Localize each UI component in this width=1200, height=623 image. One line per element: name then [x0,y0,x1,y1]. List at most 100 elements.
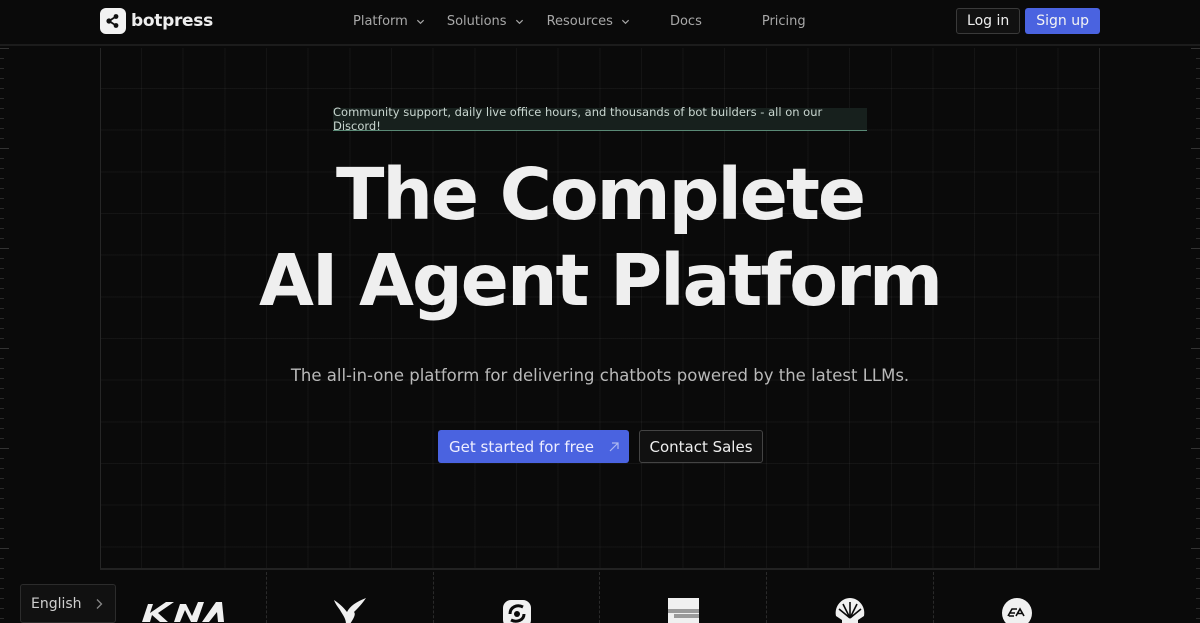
ruler-tick [0,128,4,129]
language-label: English [31,595,82,612]
ruler-tick [1196,468,1200,469]
chevron-down-icon [515,19,523,24]
ruler-tick [0,388,4,389]
ruler-tick [0,58,4,59]
american-express-logo-icon [667,598,699,623]
ruler-tick [1191,348,1200,349]
left-ruler [0,48,10,623]
brand-name: botpress [131,11,213,31]
main-nav: Platform Solutions Resources Docs Pricin… [353,0,806,42]
logo-cell [267,572,434,623]
ruler-tick [1196,498,1200,499]
ea-logo-icon [1002,598,1033,623]
ruler-tick [1196,538,1200,539]
headline-line-1: The Complete [335,153,866,236]
nav-pricing[interactable]: Pricing [762,14,806,29]
ruler-tick [0,328,4,329]
ruler-tick [0,568,4,569]
chevron-down-icon [621,19,630,24]
ruler-tick [1196,388,1200,389]
ruler-tick [0,148,9,149]
nav-label: Pricing [761,13,806,29]
customer-logo-strip [100,572,1100,623]
kia-logo-icon [142,602,224,622]
ruler-tick [0,68,4,69]
ruler-tick [0,108,4,109]
ruler-tick [0,618,4,619]
ruler-tick [1196,118,1200,119]
nav-platform[interactable]: Platform [353,14,425,29]
ruler-tick [1196,358,1200,359]
nav-label: Solutions [446,13,507,29]
hero-cta-group: Get started for free Contact Sales [438,430,763,463]
nav-label: Docs [669,13,702,29]
contact-sales-button[interactable]: Contact Sales [639,430,763,463]
nav-label: Platform [353,13,408,29]
get-started-button[interactable]: Get started for free [438,430,629,463]
ruler-tick [1196,598,1200,599]
ruler-tick [1196,478,1200,479]
ruler-tick [0,398,4,399]
ruler-tick [0,578,4,579]
headline-line-2: AI Agent Platform [258,239,943,322]
ruler-tick [0,588,4,589]
ruler-tick [1196,438,1200,439]
nav-solutions[interactable]: Solutions [447,14,524,29]
ruler-tick [0,418,4,419]
auth-actions: Log in Sign up [956,8,1100,34]
ruler-tick [0,408,4,409]
site-header: botpress Platform Solutions Resources Do… [0,0,1200,46]
ruler-tick [0,88,4,89]
brand-logo[interactable]: botpress [100,8,213,34]
ruler-tick [0,118,4,119]
logo-cell [934,572,1100,623]
ruler-tick [1196,408,1200,409]
ruler-tick [0,78,4,79]
language-selector[interactable]: English [20,584,116,623]
nav-docs[interactable]: Docs [670,14,702,29]
ruler-tick [1196,98,1200,99]
ruler-tick [0,428,4,429]
ruler-tick [0,548,9,549]
ruler-tick [1196,398,1200,399]
ruler-tick [0,438,4,439]
ruler-tick [0,508,4,509]
hero-subtitle: The all-in-one platform for delivering c… [290,366,910,385]
ruler-tick [0,528,4,529]
ruler-tick [0,468,4,469]
ruler-tick [0,498,4,499]
american-eagle-logo-icon [333,598,366,623]
ruler-tick [1196,568,1200,569]
ruler-tick [0,488,4,489]
ruler-tick [1196,68,1200,69]
discord-announcement-banner[interactable]: Community support, daily live office hou… [333,105,867,133]
ruler-tick [0,538,4,539]
ruler-tick [1196,88,1200,89]
ruler-tick [0,478,4,479]
logo-cell [600,572,768,623]
ruler-tick [0,458,4,459]
ruler-tick [1196,128,1200,129]
ruler-tick [0,98,4,99]
ruler-tick [0,338,4,339]
nav-label: Resources [546,13,613,29]
shell-logo-icon [835,598,865,623]
ruler-tick [1191,148,1200,149]
ruler-tick [0,48,9,49]
ruler-tick [1191,448,1200,449]
ruler-tick [0,448,9,449]
signup-button[interactable]: Sign up [1025,8,1100,34]
hero-headline: The Complete AI Agent Platform [0,152,1200,324]
ruler-tick [0,348,9,349]
ruler-tick [1196,78,1200,79]
ruler-tick [1196,518,1200,519]
ruler-tick [1196,328,1200,329]
botpress-logo-icon [100,8,126,34]
nav-resources[interactable]: Resources [547,14,630,29]
ruler-tick [1196,458,1200,459]
ruler-tick [0,558,4,559]
ruler-tick [1196,108,1200,109]
login-button[interactable]: Log in [956,8,1021,34]
chevron-down-icon [416,19,424,24]
chevron-right-icon [96,598,103,609]
